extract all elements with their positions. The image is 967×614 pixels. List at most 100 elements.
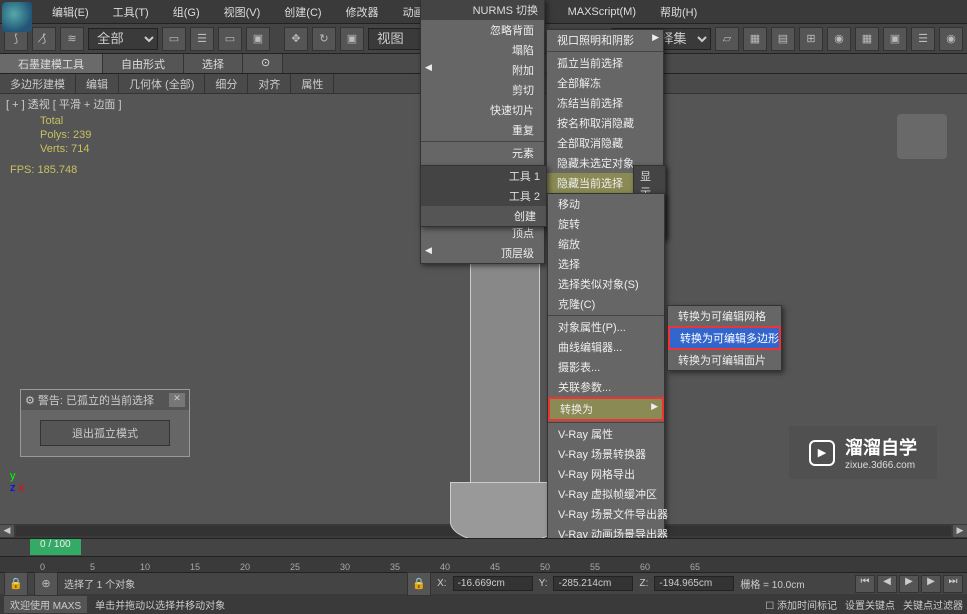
tick: 60 [640, 562, 650, 572]
menu-view[interactable]: 视图(V) [212, 0, 273, 24]
time-ruler[interactable]: 0 5 10 15 20 25 30 35 40 45 50 55 60 65 [0, 556, 967, 572]
time-tag-button[interactable]: ☐ 添加时间标记 [765, 597, 837, 612]
qm-quickslice[interactable]: 快速切片 [421, 100, 544, 120]
qm-rotate[interactable]: 旋转 [548, 214, 664, 234]
subtab-geometry[interactable]: 几何体 (全部) [119, 74, 205, 93]
scroll-left-icon[interactable]: ◀ [0, 525, 14, 537]
lock-icon[interactable]: 🔒 [4, 572, 28, 596]
tick: 25 [290, 562, 300, 572]
select-rect-icon[interactable]: ▭ [218, 27, 242, 51]
mirror-icon[interactable]: ▱ [715, 27, 739, 51]
tab-selection[interactable]: 选择 [184, 54, 243, 73]
qm-unhide-byname[interactable]: 按名称取消隐藏 [547, 113, 663, 133]
menu-create[interactable]: 创建(C) [272, 0, 333, 24]
select-icon[interactable]: ▭ [162, 27, 186, 51]
qm-curve-editor[interactable]: 曲线编辑器... [548, 337, 664, 357]
move-icon[interactable]: ✥ [284, 27, 308, 51]
subtab-props[interactable]: 属性 [291, 74, 334, 93]
qm-move[interactable]: 移动 [548, 194, 664, 214]
schematic-icon[interactable]: ⊞ [799, 27, 823, 51]
qm-convert-to[interactable]: 转换为 [550, 399, 662, 419]
tab-extra[interactable]: ⊙ [243, 54, 283, 73]
qm-isolate-selection[interactable]: 孤立当前选择 [547, 53, 663, 73]
menu-tools[interactable]: 工具(T) [101, 0, 161, 24]
qm-select-similar[interactable]: 选择类似对象(S) [548, 274, 664, 294]
menu-edit[interactable]: 编辑(E) [40, 0, 101, 24]
qm-vray-scene-conv[interactable]: V-Ray 场景转换器 [548, 444, 664, 464]
select-window-icon[interactable]: ▣ [246, 27, 270, 51]
quad-create[interactable]: 创建 [421, 206, 546, 226]
playback-controls: ⏮ ◀ ▶ ▶ ⏭ [855, 575, 963, 593]
qm-cut[interactable]: 剪切 [421, 80, 544, 100]
qm-clone[interactable]: 克隆(C) [548, 294, 664, 314]
next-frame-icon[interactable]: ▶ [921, 575, 941, 593]
close-icon[interactable]: ✕ [169, 393, 185, 407]
subtab-edit[interactable]: 编辑 [76, 74, 119, 93]
qm-unhide-all[interactable]: 全部取消隐藏 [547, 133, 663, 153]
viewport-label[interactable]: [ + ] 透视 [ 平滑 + 边面 ] [6, 96, 122, 112]
selection-filter-dropdown[interactable]: 全部 [88, 28, 158, 50]
lock-selection-icon[interactable]: 🔒 [407, 572, 431, 596]
select-name-icon[interactable]: ☰ [190, 27, 214, 51]
tick: 0 [40, 562, 45, 572]
tab-freeform[interactable]: 自由形式 [103, 54, 184, 73]
render-setup-icon[interactable]: ▦ [855, 27, 879, 51]
menu-maxscript[interactable]: MAXScript(M) [556, 2, 648, 22]
timeline[interactable]: 0 / 100 [0, 538, 967, 556]
viewcube-icon[interactable] [897, 114, 947, 159]
qm-convert-mesh[interactable]: 转换为可编辑网格 [668, 306, 781, 326]
subtab-polymodel[interactable]: 多边形建模 [0, 74, 76, 93]
qm-toplevel[interactable]: 顶层级 [421, 243, 544, 263]
qm-object-props[interactable]: 对象属性(P)... [548, 317, 664, 337]
rotate-icon[interactable]: ↻ [312, 27, 336, 51]
goto-end-icon[interactable]: ⏭ [943, 575, 963, 593]
menu-modifiers[interactable]: 修改器 [334, 0, 391, 24]
subtab-align[interactable]: 对齐 [248, 74, 291, 93]
align-icon[interactable]: ▦ [743, 27, 767, 51]
qm-collapse[interactable]: 塌陷 [421, 40, 544, 60]
unlink-icon[interactable]: ⟆̸ [32, 27, 56, 51]
qm-dope-sheet[interactable]: 摄影表... [548, 357, 664, 377]
key-mode-icon[interactable]: ⊕ [34, 572, 58, 596]
qm-viewport-lighting[interactable]: 视口照明和阴影 [547, 30, 663, 50]
layers-icon[interactable]: ▤ [771, 27, 795, 51]
qm-vray-props[interactable]: V-Ray 属性 [548, 424, 664, 444]
prev-frame-icon[interactable]: ◀ [877, 575, 897, 593]
viewport-stats: Total Polys: 239 Verts: 714 [40, 114, 91, 156]
welcome-tab[interactable]: 欢迎使用 MAXS [4, 596, 87, 613]
qm-scale[interactable]: 缩放 [548, 234, 664, 254]
tab-graphite[interactable]: 石墨建模工具 [0, 54, 103, 73]
set-key-button[interactable]: 设置关键点 [845, 597, 895, 612]
qm-convert-poly[interactable]: 转换为可编辑多边形 [670, 328, 779, 348]
viewport[interactable]: [ + ] 透视 [ 平滑 + 边面 ] Total Polys: 239 Ve… [0, 94, 967, 524]
exit-isolate-button[interactable]: 退出孤立模式 [40, 420, 170, 446]
scale-icon[interactable]: ▣ [340, 27, 364, 51]
play-anim-icon[interactable]: ▶ [899, 575, 919, 593]
app-logo-icon[interactable] [2, 2, 32, 32]
qm-wire-params[interactable]: 关联参数... [548, 377, 664, 397]
qm-freeze-selection[interactable]: 冻结当前选择 [547, 93, 663, 113]
qm-unfreeze-all[interactable]: 全部解冻 [547, 73, 663, 93]
subtab-subdiv[interactable]: 细分 [205, 74, 248, 93]
qm-attach[interactable]: 附加 [421, 60, 544, 80]
menu-help[interactable]: 帮助(H) [648, 0, 709, 24]
time-slider-head[interactable]: 0 / 100 [30, 539, 81, 555]
qm-ignore-backface[interactable]: 忽略背面 [421, 20, 544, 40]
qm-select[interactable]: 选择 [548, 254, 664, 274]
qm-vray-vfb[interactable]: V-Ray 虚拟帧缓冲区 [548, 484, 664, 504]
qm-vray-scene-export[interactable]: V-Ray 场景文件导出器 [548, 504, 664, 524]
menu-group[interactable]: 组(G) [161, 0, 212, 24]
qm-element[interactable]: 元素 [421, 143, 544, 163]
bind-icon[interactable]: ≋ [60, 27, 84, 51]
goto-start-icon[interactable]: ⏮ [855, 575, 875, 593]
key-filters-button[interactable]: 关键点过滤器 [903, 597, 963, 612]
scroll-right-icon[interactable]: ▶ [953, 525, 967, 537]
material-icon[interactable]: ◉ [827, 27, 851, 51]
tick: 10 [140, 562, 150, 572]
qm-vray-mesh-export[interactable]: V-Ray 网格导出 [548, 464, 664, 484]
qm-repeat[interactable]: 重复 [421, 120, 544, 140]
teapot-icon[interactable]: ◉ [939, 27, 963, 51]
qm-convert-patch[interactable]: 转换为可编辑面片 [668, 350, 781, 370]
render-frame-icon[interactable]: ▣ [883, 27, 907, 51]
render-icon[interactable]: ☰ [911, 27, 935, 51]
